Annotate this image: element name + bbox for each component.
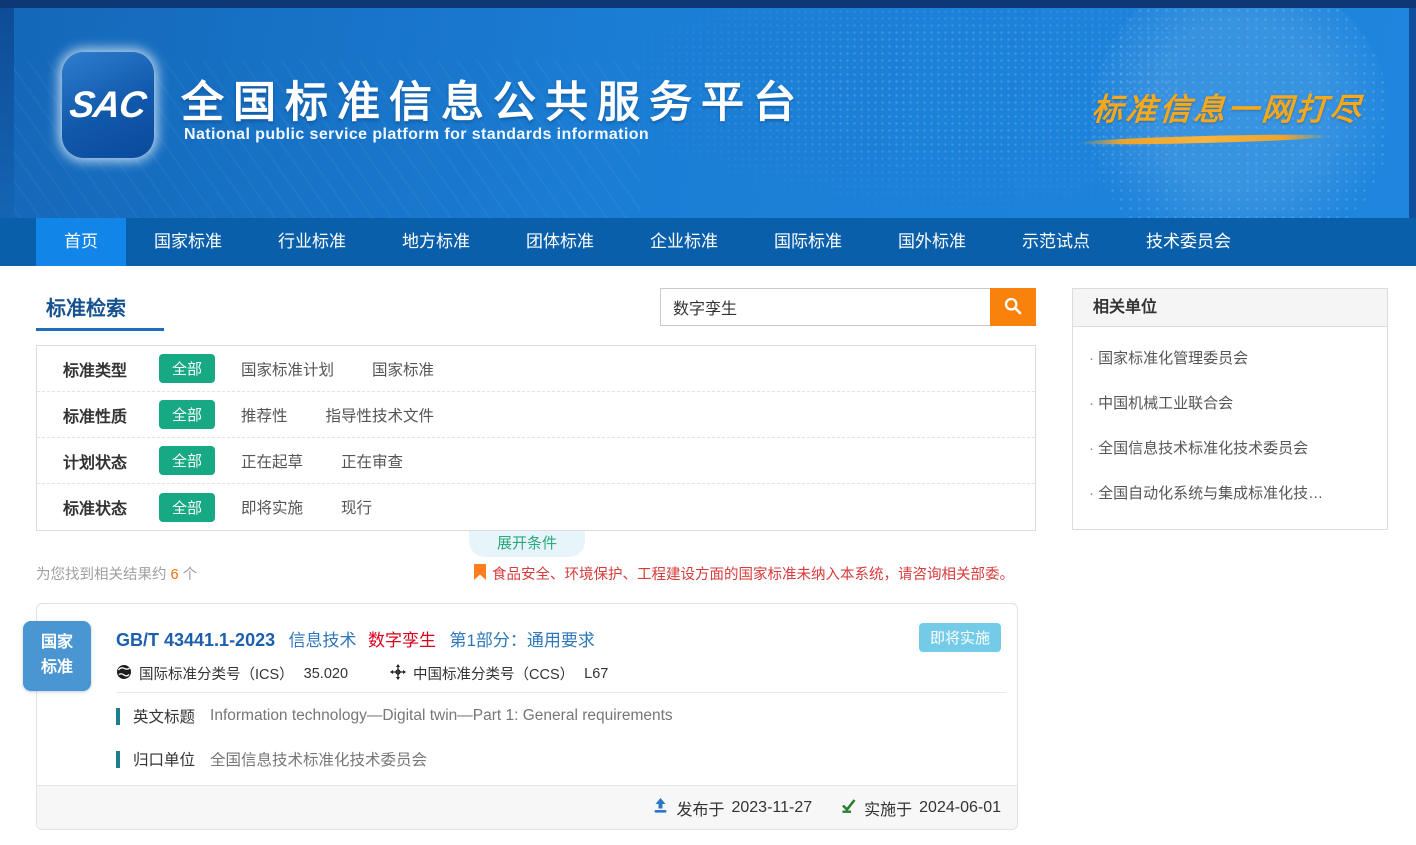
ccs-label: 中国标准分类号（CCS） [413,663,574,684]
search-input[interactable] [660,288,990,326]
committee-label: 归口单位 [133,748,195,770]
ics-label: 国际标准分类号（ICS） [139,663,294,684]
nav-item-group-standards[interactable]: 团体标准 [498,218,622,266]
related-unit-link[interactable]: 全国信息技术标准化技术委员会 [1085,425,1373,470]
expand-conditions-button[interactable]: 展开条件 [469,531,585,557]
result-count-number: 6 [171,567,179,583]
ccs-group: 中国标准分类号（CCS） L67 [390,663,608,684]
site-header: SAC 全国标准信息公共服务平台 National public service… [0,0,1416,218]
page-title-underline [36,328,164,331]
compass-icon [390,664,413,684]
filter-panel: 标准类型 全部 国家标准计划 国家标准 标准性质 全部 推荐性 指导性技术文件 … [36,345,1036,531]
result-count: 为您找到相关结果约6个 [36,563,197,584]
standard-category-badge: 国家 标准 [23,621,91,691]
filter-row-standard-nature: 标准性质 全部 推荐性 指导性技术文件 [37,392,1035,438]
filter-option[interactable]: 推荐性 [241,404,288,426]
english-title-row: 英文标题 Information technology—Digital twin… [116,705,673,727]
published-label: 发布于 [676,796,724,820]
site-title-cn: 全国标准信息公共服务平台 [181,68,805,130]
standard-title-part1: 信息技术 [289,631,357,650]
related-units-list: 国家标准化管理委员会 中国机械工业联合会 全国信息技术标准化技术委员会 全国自动… [1073,327,1387,529]
filter-label: 标准性质 [63,403,159,427]
filter-row-plan-status: 计划状态 全部 正在起草 正在审查 [37,438,1035,484]
related-unit-link[interactable]: 全国自动化系统与集成标准化技… [1085,470,1373,515]
nav-item-international-standards[interactable]: 国际标准 [746,218,870,266]
results-summary-row: 为您找到相关结果约6个 食品安全、环境保护、工程建设方面的国家标准未纳入本系统，… [36,563,1014,584]
standard-title-part2: 第1部分：通用要求 [449,631,594,650]
ics-value: 35.020 [304,666,348,682]
header-top-strip [0,0,1416,8]
english-title-value: Information technology—Digital twin—Part… [210,707,673,725]
row-accent-bar [116,751,120,768]
standard-title-highlight: 数字孪生 [368,631,436,650]
row-accent-bar [116,708,120,725]
filter-selected-all[interactable]: 全部 [159,446,215,475]
standard-title-link[interactable]: GB/T 43441.1-2023 信息技术 数字孪生 第1部分：通用要求 [116,626,595,651]
ccs-value: L67 [584,666,608,682]
implemented-date: 2024-06-01 [919,799,1001,817]
filter-option[interactable]: 即将实施 [241,496,303,518]
nav-item-pilot[interactable]: 示范试点 [994,218,1118,266]
nav-item-technical-committee[interactable]: 技术委员会 [1118,218,1259,266]
published-date-item: 发布于 2023-11-27 [652,796,812,820]
sac-logo-text: SAC [67,84,148,126]
filter-option[interactable]: 正在审查 [341,450,403,472]
committee-value: 全国信息技术标准化技术委员会 [210,748,427,770]
nav-item-industry-standards[interactable]: 行业标准 [250,218,374,266]
filter-selected-all[interactable]: 全部 [159,493,215,522]
header-left-strip [0,8,14,218]
page-title: 标准检索 [46,292,126,321]
system-notice: 食品安全、环境保护、工程建设方面的国家标准未纳入本系统，请咨询相关部委。 [474,563,1014,584]
globe-icon [116,664,139,684]
page: SAC 全国标准信息公共服务平台 National public service… [0,0,1416,845]
standard-number: GB/T 43441.1-2023 [116,630,275,650]
filter-option[interactable]: 国家标准 [372,358,434,380]
filter-option[interactable]: 指导性技术文件 [326,404,435,426]
search-button[interactable] [990,288,1036,326]
header-right-strip [1409,8,1416,218]
standard-result-card: 国家 标准 GB/T 43441.1-2023 信息技术 数字孪生 第1部分：通… [36,603,1018,830]
notice-text: 食品安全、环境保护、工程建设方面的国家标准未纳入本系统，请咨询相关部委。 [492,563,1014,584]
filter-row-standard-status: 标准状态 全部 即将实施 现行 [37,484,1035,530]
related-units-panel: 相关单位 国家标准化管理委员会 中国机械工业联合会 全国信息技术标准化技术委员会… [1072,288,1388,530]
nav-item-local-standards[interactable]: 地方标准 [374,218,498,266]
related-units-title: 相关单位 [1073,289,1387,327]
filter-selected-all[interactable]: 全部 [159,400,215,429]
filter-label: 标准状态 [63,495,159,519]
badge-line1: 国家 [41,631,73,656]
result-count-suffix: 个 [183,567,198,583]
nav-item-national-standards[interactable]: 国家标准 [126,218,250,266]
bookmark-icon [474,564,486,584]
result-count-prefix: 为您找到相关结果约 [36,567,167,583]
status-badge: 即将实施 [919,623,1001,652]
sac-logo[interactable]: SAC [62,52,154,158]
filter-label: 计划状态 [63,449,159,473]
published-date: 2023-11-27 [731,799,812,817]
filter-option[interactable]: 正在起草 [241,450,303,472]
nav-item-foreign-standards[interactable]: 国外标准 [870,218,994,266]
filter-option[interactable]: 现行 [341,496,372,518]
card-footer: 发布于 2023-11-27 实施于 2024-06-01 [37,785,1017,829]
english-title-label: 英文标题 [133,705,195,727]
badge-line2: 标准 [41,656,73,681]
filter-row-standard-type: 标准类型 全部 国家标准计划 国家标准 [37,346,1035,392]
committee-row: 归口单位 全国信息技术标准化技术委员会 [116,748,427,770]
nav-item-home[interactable]: 首页 [36,218,126,266]
main-nav: 首页 国家标准 行业标准 地方标准 团体标准 企业标准 国际标准 国外标准 示范… [0,218,1416,266]
related-unit-link[interactable]: 国家标准化管理委员会 [1085,335,1373,380]
nav-item-enterprise-standards[interactable]: 企业标准 [622,218,746,266]
filter-selected-all[interactable]: 全部 [159,354,215,383]
implemented-label: 实施于 [864,796,912,820]
check-icon [840,797,857,819]
classification-row: 国际标准分类号（ICS） 35.020 中国标准分类号（CCS） L67 [116,663,608,684]
related-unit-link[interactable]: 中国机械工业联合会 [1085,380,1373,425]
site-title-en: National public service platform for sta… [184,126,649,144]
magnifier-icon [1003,296,1023,319]
filter-label: 标准类型 [63,357,159,381]
upload-icon [652,797,669,819]
card-divider [116,692,1006,693]
site-slogan: 标准信息一网打尽 [1090,84,1365,129]
filter-option[interactable]: 国家标准计划 [241,358,334,380]
implemented-date-item: 实施于 2024-06-01 [840,796,1001,820]
